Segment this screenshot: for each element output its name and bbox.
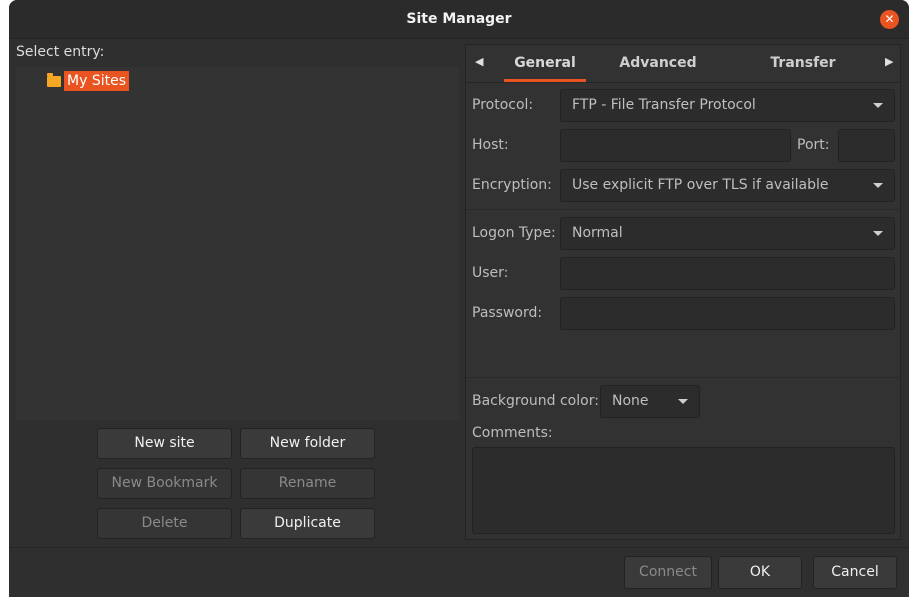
user-label: User: — [472, 265, 509, 281]
tab-general[interactable]: General — [504, 45, 586, 82]
tree-item-label: My Sites — [64, 71, 129, 91]
background-color-label: Background color: — [472, 393, 599, 409]
connect-button[interactable]: Connect — [624, 556, 712, 589]
title-bar: Site Manager ✕ — [9, 0, 909, 39]
protocol-label: Protocol: — [472, 97, 534, 113]
tab-transfer-settings[interactable]: Transfer Settings — [738, 45, 868, 107]
logon-type-value: Normal — [572, 225, 623, 241]
footer-divider — [9, 547, 909, 548]
window-title: Site Manager — [406, 11, 512, 27]
cancel-button[interactable]: Cancel — [813, 556, 897, 589]
tab-advanced[interactable]: Advanced — [615, 45, 701, 81]
comments-textarea[interactable] — [472, 447, 895, 534]
tab-scroll-left-icon[interactable]: ◀ — [475, 55, 483, 68]
password-label: Password: — [472, 305, 543, 321]
site-settings-panel: ◀ General Advanced Transfer Settings ▶ P… — [465, 44, 901, 540]
password-input[interactable] — [560, 297, 895, 330]
logon-type-select[interactable]: Normal — [560, 217, 895, 250]
new-folder-button[interactable]: New folder — [240, 428, 375, 459]
tree-item-my-sites[interactable]: My Sites — [47, 70, 129, 92]
new-site-button[interactable]: New site — [97, 428, 232, 459]
tab-scroll-right-icon[interactable]: ▶ — [885, 55, 893, 68]
divider — [466, 377, 900, 378]
protocol-value: FTP - File Transfer Protocol — [572, 97, 756, 113]
close-icon[interactable]: ✕ — [880, 10, 899, 29]
comments-label: Comments: — [472, 425, 553, 441]
duplicate-button[interactable]: Duplicate — [240, 508, 375, 539]
divider — [466, 209, 900, 210]
port-label: Port: — [797, 137, 830, 153]
port-input[interactable] — [838, 129, 895, 162]
encryption-value: Use explicit FTP over TLS if available — [572, 177, 829, 193]
select-entry-label: Select entry: — [16, 44, 105, 60]
rename-button[interactable]: Rename — [240, 468, 375, 499]
delete-button[interactable]: Delete — [97, 508, 232, 539]
ok-button[interactable]: OK — [718, 556, 802, 589]
encryption-select[interactable]: Use explicit FTP over TLS if available — [560, 169, 895, 202]
chevron-down-icon — [873, 103, 883, 108]
tab-bar: ◀ General Advanced Transfer Settings ▶ — [466, 45, 900, 107]
protocol-select[interactable]: FTP - File Transfer Protocol — [560, 89, 895, 122]
encryption-label: Encryption: — [472, 177, 552, 193]
site-tree[interactable]: My Sites — [16, 67, 459, 420]
chevron-down-icon — [678, 399, 688, 404]
folder-icon — [47, 72, 61, 87]
chevron-down-icon — [873, 231, 883, 236]
logon-type-label: Logon Type: — [472, 225, 556, 241]
user-input[interactable] — [560, 257, 895, 290]
host-input[interactable] — [560, 129, 791, 162]
host-label: Host: — [472, 137, 509, 153]
new-bookmark-button[interactable]: New Bookmark — [97, 468, 232, 499]
background-color-value: None — [612, 393, 649, 409]
chevron-down-icon — [873, 183, 883, 188]
background-color-select[interactable]: None — [600, 385, 700, 418]
site-manager-window: Site Manager ✕ Select entry: My Sites Ne… — [9, 0, 909, 597]
